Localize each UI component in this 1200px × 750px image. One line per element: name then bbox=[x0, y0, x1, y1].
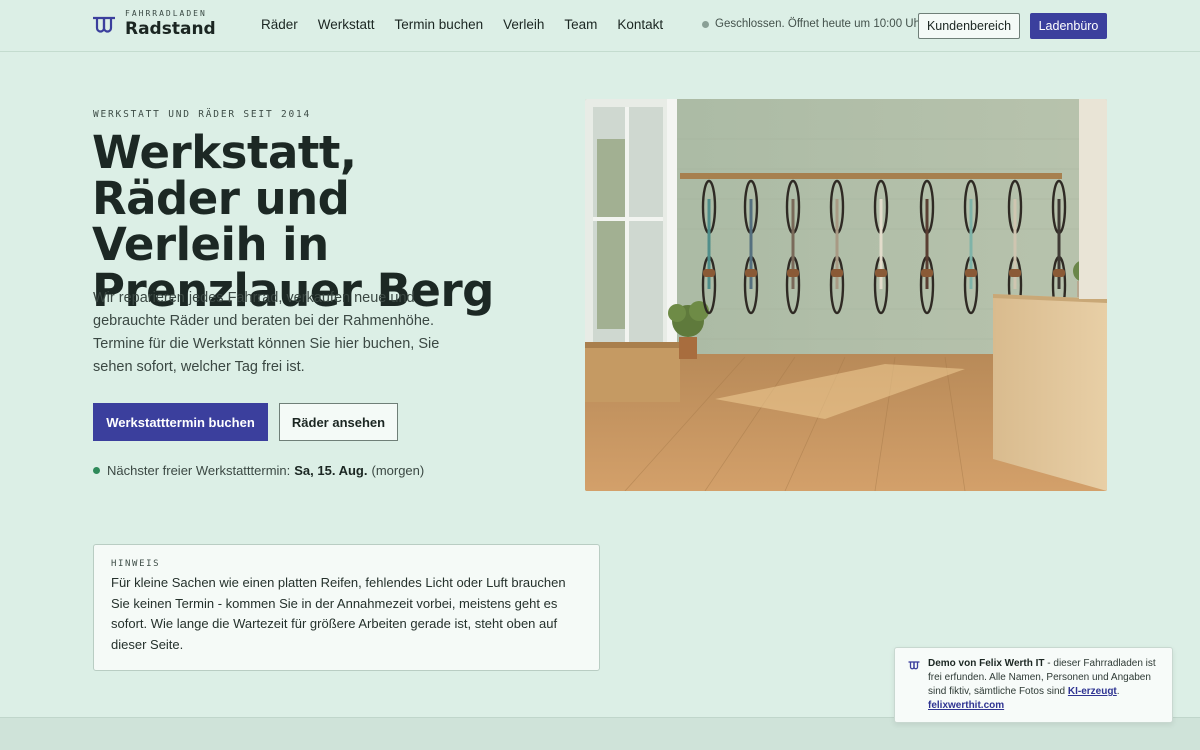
ai-generated-link[interactable]: KI-erzeugt bbox=[1068, 686, 1117, 697]
nav-item-termin-buchen[interactable]: Termin buchen bbox=[395, 17, 484, 32]
shop-interior-photo bbox=[585, 99, 1107, 491]
main-nav: Räder Werkstatt Termin buchen Verleih Te… bbox=[261, 17, 683, 32]
shop-interior-image bbox=[585, 99, 1107, 491]
nav-item-team[interactable]: Team bbox=[564, 17, 597, 32]
radstand-logo-icon bbox=[908, 661, 920, 670]
next-slot-date: Sa, 15. Aug. bbox=[294, 463, 368, 478]
brand-logo[interactable]: FAHRRADLADEN Radstand bbox=[92, 10, 216, 38]
radstand-logo-icon bbox=[93, 16, 115, 33]
next-slot-info: Nächster freier Werkstatttermin: Sa, 15.… bbox=[93, 463, 424, 478]
view-bikes-button[interactable]: Räder ansehen bbox=[279, 403, 398, 441]
hero-eyebrow: WERKSTATT UND RÄDER SEIT 2014 bbox=[93, 109, 312, 120]
nav-item-kontakt[interactable]: Kontakt bbox=[617, 17, 663, 32]
status-dot-icon bbox=[702, 20, 709, 28]
opening-status: Geschlossen. Öffnet heute um 10:00 Uhr bbox=[702, 18, 924, 30]
nav-item-werkstatt[interactable]: Werkstatt bbox=[318, 17, 375, 32]
brand-name: Radstand bbox=[125, 19, 216, 39]
customer-area-button[interactable]: Kundenbereich bbox=[918, 13, 1020, 39]
brand-kicker: FAHRRADLADEN bbox=[125, 9, 207, 18]
hero-lede: Wir reparieren jedes Fahrrad, verkaufen … bbox=[93, 290, 440, 375]
notice-label: HINWEIS bbox=[111, 559, 161, 569]
notice-card: HINWEIS Für kleine Sachen wie einen plat… bbox=[93, 544, 600, 671]
available-dot-icon bbox=[93, 467, 100, 474]
nav-item-verleih[interactable]: Verleih bbox=[503, 17, 544, 32]
demo-end: . bbox=[1116, 686, 1120, 697]
notice-text: Für kleine Sachen wie einen platten Reif… bbox=[111, 575, 566, 652]
next-slot-suffix: (morgen) bbox=[371, 463, 425, 478]
felixwerthit-link[interactable]: felixwerthit.com bbox=[928, 700, 1004, 711]
next-slot-prefix: Nächster freier Werkstatttermin: bbox=[107, 463, 291, 478]
site-header: FAHRRADLADEN Radstand Räder Werkstatt Te… bbox=[0, 0, 1200, 52]
opening-status-text: Geschlossen. Öffnet heute um 10:00 Uhr bbox=[715, 18, 924, 30]
book-workshop-button[interactable]: Werkstatttermin buchen bbox=[93, 403, 268, 441]
shop-office-button[interactable]: Ladenbüro bbox=[1030, 13, 1107, 39]
demo-author: Demo von Felix Werth IT bbox=[928, 658, 1045, 669]
nav-item-raeder[interactable]: Räder bbox=[261, 17, 298, 32]
demo-disclaimer: Demo von Felix Werth IT - dieser Fahrrad… bbox=[894, 647, 1173, 723]
